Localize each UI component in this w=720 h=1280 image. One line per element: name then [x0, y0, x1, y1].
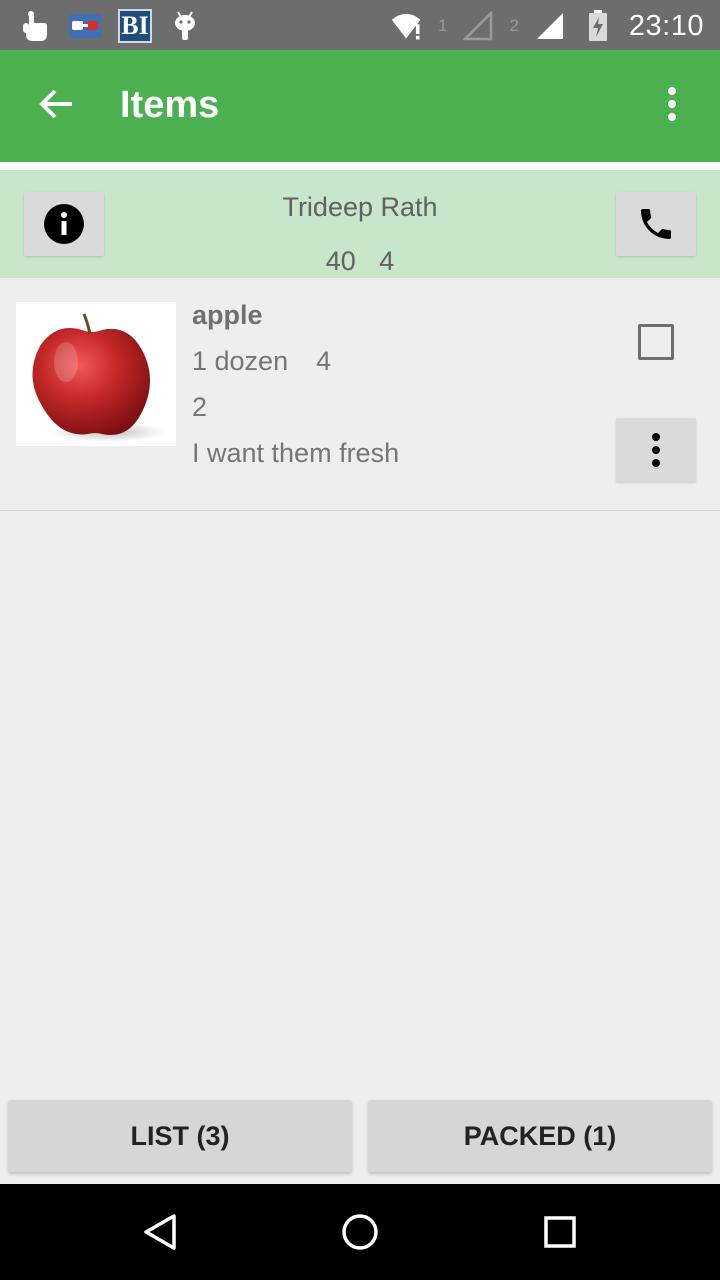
- item-name: apple: [192, 300, 263, 330]
- item-unit: 1 dozen: [192, 346, 289, 376]
- phone-icon: [641, 209, 671, 239]
- item-menu-button[interactable]: [616, 418, 696, 482]
- signal-sim1-icon: [461, 9, 495, 43]
- more-vert-icon: [652, 433, 660, 467]
- customer-stat-1: 40: [325, 246, 356, 276]
- battery-charging-icon: [581, 9, 615, 43]
- app-bar: Items: [0, 50, 720, 162]
- item-quantity: 1 dozen 4: [192, 346, 331, 377]
- packed-checkbox[interactable]: [638, 324, 674, 360]
- touch-icon: [18, 9, 52, 43]
- bi-app-icon: BI: [118, 9, 152, 43]
- customer-stats: 40 4: [0, 246, 720, 277]
- app-bar-divider: [0, 162, 720, 170]
- system-nav-bar: [0, 1184, 720, 1280]
- call-button[interactable]: [616, 192, 696, 256]
- android-debug-icon: [168, 9, 202, 43]
- item-quantity-value: 4: [316, 346, 332, 376]
- more-vert-icon[interactable]: [652, 76, 692, 132]
- sim2-label: 2: [509, 16, 519, 35]
- status-bar: BI 1 2 23:10: [0, 0, 720, 50]
- wifi-icon: [390, 9, 424, 43]
- packed-button[interactable]: PACKED (1): [368, 1100, 712, 1172]
- signal-sim2-icon: [533, 9, 567, 43]
- customer-header: Trideep Rath 40 4: [0, 170, 720, 278]
- clock: 23:10: [628, 9, 704, 42]
- item-count: 2: [192, 392, 208, 422]
- customer-stat-2: 4: [379, 246, 395, 276]
- nav-home-icon[interactable]: [336, 1208, 384, 1256]
- item-note: I want them fresh: [192, 438, 400, 468]
- nav-recents-icon[interactable]: [536, 1208, 584, 1256]
- arrow-back-icon[interactable]: [28, 76, 84, 132]
- glasses-icon: [68, 9, 102, 43]
- list-button[interactable]: LIST (3): [8, 1100, 352, 1172]
- list-item[interactable]: apple 1 dozen 4 2 I want them fresh: [0, 278, 720, 511]
- customer-name: Trideep Rath: [282, 192, 438, 222]
- status-bar-notifications: BI: [18, 6, 202, 46]
- status-bar-system: 1 2 23:10: [390, 6, 704, 46]
- apple-image: [16, 302, 176, 446]
- sim1-label: 1: [437, 16, 448, 35]
- nav-back-icon[interactable]: [136, 1208, 184, 1256]
- screen: BI 1 2 23:10 Items Trideep Rath 40 4 app…: [0, 0, 720, 1280]
- page-title: Items: [120, 84, 220, 126]
